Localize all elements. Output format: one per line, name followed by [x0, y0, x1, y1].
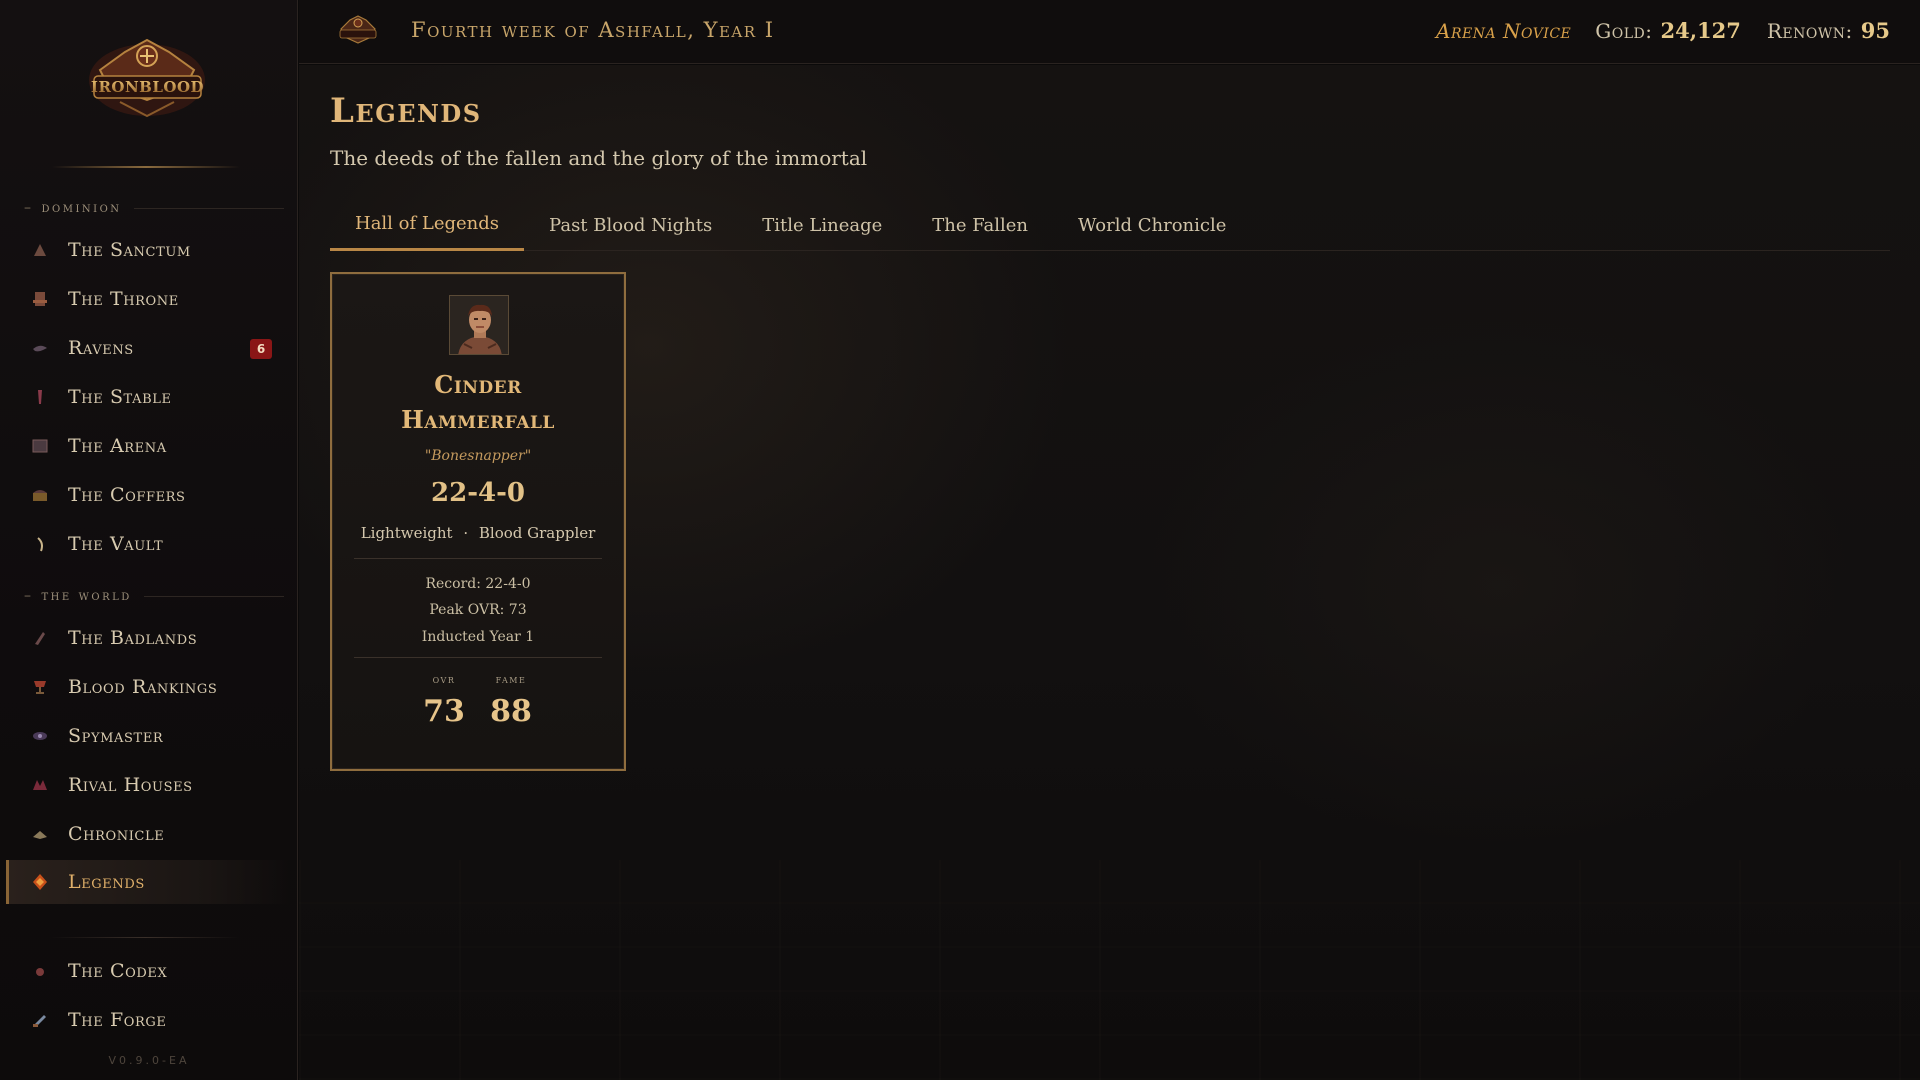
sidebar-item-label: The Sanctum	[68, 239, 191, 261]
peak-ovr-line: Peak OVR: 73	[429, 602, 527, 618]
tab-world-chronicle[interactable]: World Chronicle	[1053, 199, 1251, 251]
ovr-label: ovr	[432, 672, 456, 686]
gladiator-record: 22-4-0	[431, 478, 525, 508]
player-rank: Arena Novice	[1436, 19, 1572, 43]
raven-icon	[30, 338, 50, 358]
badlands-icon	[30, 628, 50, 648]
sidebar-item-label: Legends	[68, 871, 145, 893]
topbar: Fourth week of Ashfall, Year I Arena Nov…	[299, 0, 1920, 64]
record-line: Record: 22-4-0	[425, 576, 531, 592]
page-title: Legends	[330, 91, 482, 131]
page-subtitle: The deeds of the fallen and the glory of…	[330, 146, 868, 170]
game-date: Fourth week of Ashfall, Year I	[411, 18, 775, 42]
ironblood-emblem-icon	[337, 13, 379, 49]
card-divider	[354, 558, 602, 559]
sidebar-item-the-stable[interactable]: The Stable	[6, 375, 292, 419]
player-stats: Arena Novice Gold: 24,127 Renown: 95	[1436, 18, 1890, 43]
chronicle-icon	[30, 824, 50, 844]
background-floor	[299, 860, 1920, 1080]
sidebar-item-label: The Forge	[68, 1009, 167, 1031]
sidebar-item-the-sanctum[interactable]: The Sanctum	[6, 228, 292, 272]
rankings-icon	[30, 677, 50, 697]
sidebar-item-label: The Throne	[68, 288, 179, 310]
forge-icon	[30, 1010, 50, 1030]
sidebar-item-the-vault[interactable]: The Vault	[6, 522, 292, 566]
sidebar-item-label: The Badlands	[68, 627, 198, 649]
legends-icon	[30, 872, 50, 892]
gladiator-nickname: "Bonesnapper"	[424, 448, 532, 464]
main-content: Legends The deeds of the fallen and the …	[299, 65, 1920, 1080]
legend-card[interactable]: Cinder Hammerfall "Bonesnapper" 22-4-0 L…	[330, 272, 626, 771]
ironblood-logo[interactable]: IRONBLOOD	[80, 30, 215, 125]
sidebar-item-the-throne[interactable]: The Throne	[6, 277, 292, 321]
sidebar-item-label: Ravens	[68, 337, 134, 359]
sidebar-item-label: The Coffers	[68, 484, 186, 506]
sidebar-item-the-forge[interactable]: The Forge	[6, 998, 292, 1042]
sidebar-item-label: The Stable	[68, 386, 172, 408]
sidebar-divider	[50, 937, 240, 938]
tab-title-lineage[interactable]: Title Lineage	[737, 199, 907, 251]
gold-label: Gold:	[1595, 19, 1653, 43]
sidebar-item-label: The Vault	[68, 533, 164, 555]
sidebar-item-label: The Codex	[68, 960, 168, 982]
ravens-count-badge: 6	[250, 339, 272, 359]
arena-icon	[30, 436, 50, 456]
card-divider	[354, 657, 602, 658]
fame-value: 88	[490, 694, 532, 729]
stable-icon	[30, 387, 50, 407]
throne-icon	[30, 289, 50, 309]
section-label-dominion: – dominion	[24, 200, 284, 216]
fame-label: fame	[495, 672, 527, 686]
gladiator-class: Lightweight · Blood Grappler	[360, 524, 596, 542]
rival-houses-icon	[30, 775, 50, 795]
sidebar-item-the-coffers[interactable]: The Coffers	[6, 473, 292, 517]
renown-value: 95	[1860, 18, 1890, 43]
sidebar-item-rival-houses[interactable]: Rival Houses	[6, 763, 292, 807]
logo-divider	[52, 166, 240, 168]
sidebar-item-the-arena[interactable]: The Arena	[6, 424, 292, 468]
sidebar-item-ravens[interactable]: Ravens 6	[6, 326, 292, 370]
vault-icon	[30, 534, 50, 554]
inducted-line: Inducted Year 1	[421, 629, 535, 645]
gladiator-portrait	[449, 295, 509, 355]
ovr-value: 73	[423, 694, 465, 729]
tab-the-fallen[interactable]: The Fallen	[907, 199, 1053, 251]
sidebar-item-chronicle[interactable]: Chronicle	[6, 812, 292, 856]
spymaster-icon	[30, 726, 50, 746]
sidebar-item-label: Blood Rankings	[68, 676, 218, 698]
sidebar-item-label: The Arena	[68, 435, 167, 457]
sidebar-item-the-codex[interactable]: The Codex	[6, 949, 292, 993]
legends-tabs: Hall of Legends Past Blood Nights Title …	[330, 199, 1890, 251]
version-label: V0.9.0-EA	[108, 1054, 190, 1067]
section-label-the-world: – the world	[24, 588, 284, 604]
sidebar-item-the-badlands[interactable]: The Badlands	[6, 616, 292, 660]
renown-label: Renown:	[1766, 19, 1853, 43]
gladiator-name: Cinder Hammerfall	[401, 370, 555, 434]
sidebar: IRONBLOOD – dominion The Sanctum The Thro…	[0, 0, 298, 1080]
svg-text:IRONBLOOD: IRONBLOOD	[91, 78, 204, 96]
codex-icon	[30, 961, 50, 981]
sidebar-item-blood-rankings[interactable]: Blood Rankings	[6, 665, 292, 709]
sidebar-item-label: Spymaster	[68, 725, 164, 747]
tab-hall-of-legends[interactable]: Hall of Legends	[330, 199, 525, 251]
sidebar-item-legends[interactable]: Legends	[6, 860, 292, 904]
sidebar-item-label: Chronicle	[68, 823, 165, 845]
coffers-icon	[30, 485, 50, 505]
sidebar-item-spymaster[interactable]: Spymaster	[6, 714, 292, 758]
sidebar-item-label: Rival Houses	[68, 774, 193, 796]
tab-past-blood-nights[interactable]: Past Blood Nights	[524, 199, 737, 251]
gold-value: 24,127	[1660, 18, 1741, 43]
sanctum-icon	[30, 240, 50, 260]
